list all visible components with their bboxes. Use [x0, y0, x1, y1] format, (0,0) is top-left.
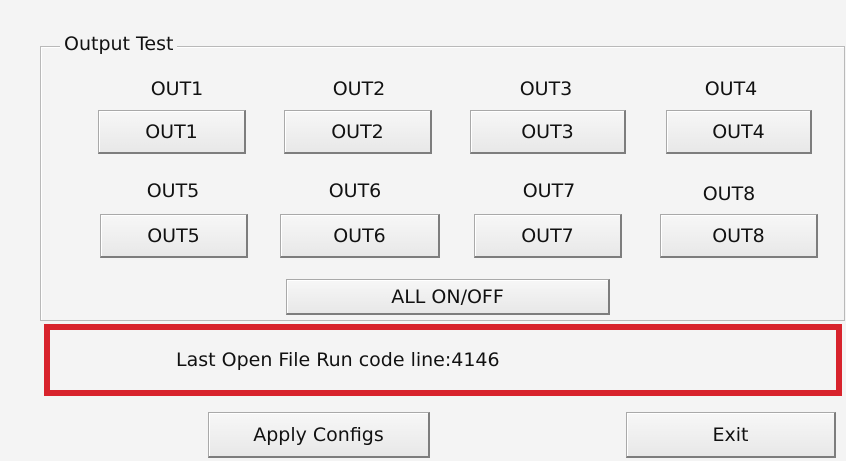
- out6-label: OUT6: [328, 180, 382, 202]
- out7-button[interactable]: OUT7: [474, 214, 622, 258]
- out4-button[interactable]: OUT4: [666, 110, 812, 154]
- apply-configs-button[interactable]: Apply Configs: [208, 412, 430, 458]
- out4-label: OUT4: [704, 78, 758, 100]
- out2-label: OUT2: [332, 78, 386, 100]
- out6-button[interactable]: OUT6: [280, 214, 440, 258]
- out8-label: OUT8: [702, 183, 756, 205]
- out3-label: OUT3: [519, 78, 573, 100]
- out1-button[interactable]: OUT1: [98, 110, 246, 154]
- exit-button[interactable]: Exit: [626, 412, 836, 458]
- out3-button[interactable]: OUT3: [470, 110, 626, 154]
- groupbox-title: Output Test: [60, 32, 178, 56]
- output-test-dialog: Output Test OUT1 OUT2 OUT3 OUT4 OUT1 OUT…: [0, 0, 846, 461]
- out8-button[interactable]: OUT8: [660, 214, 818, 258]
- all-on-off-button[interactable]: ALL ON/OFF: [286, 279, 610, 315]
- out7-label: OUT7: [522, 180, 576, 202]
- last-open-file-status: Last Open File Run code line:4146: [176, 349, 500, 371]
- out2-button[interactable]: OUT2: [284, 110, 432, 154]
- out1-label: OUT1: [150, 78, 204, 100]
- out5-label: OUT5: [146, 180, 200, 202]
- out5-button[interactable]: OUT5: [100, 214, 248, 258]
